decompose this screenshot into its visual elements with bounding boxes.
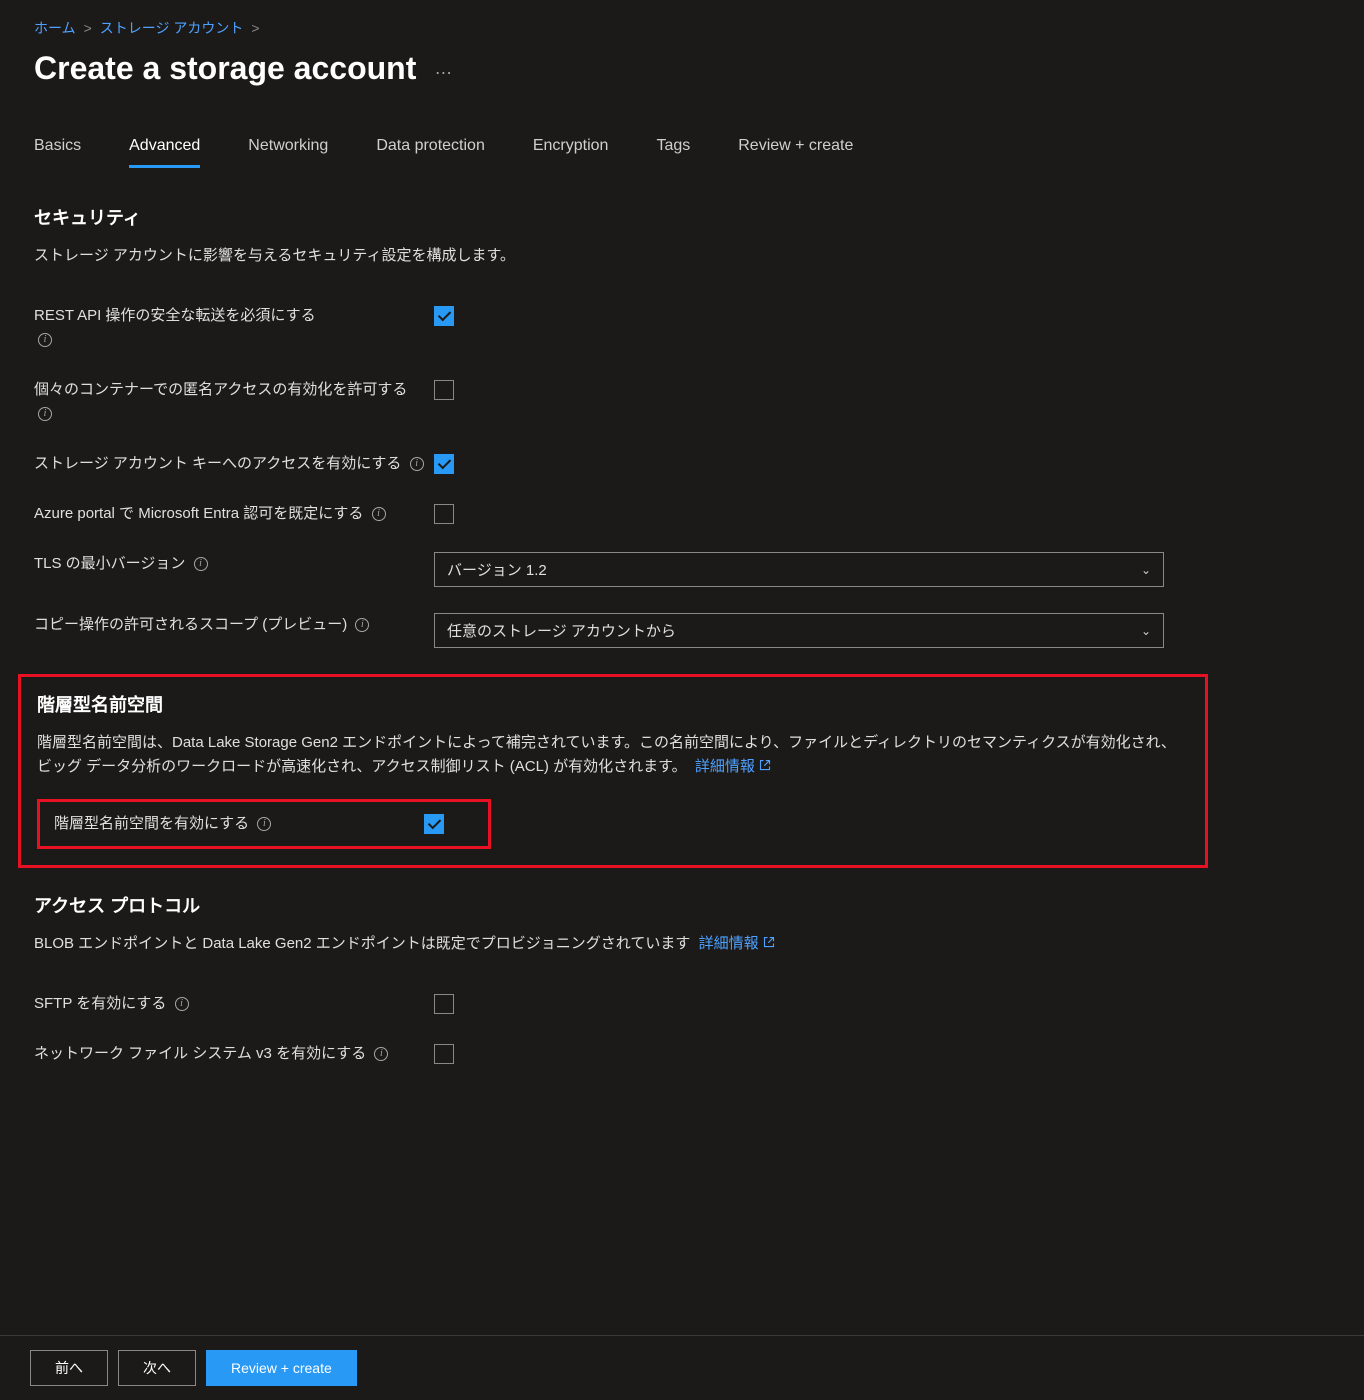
tls-version-label: TLS の最小バージョン bbox=[34, 555, 185, 572]
security-heading: セキュリティ bbox=[34, 204, 1330, 230]
copy-scope-value: 任意のストレージ アカウントから bbox=[447, 620, 676, 641]
more-actions-button[interactable]: … bbox=[434, 58, 454, 79]
info-icon[interactable]: i bbox=[194, 557, 208, 571]
breadcrumb-home[interactable]: ホーム bbox=[34, 18, 76, 38]
tab-review-create[interactable]: Review + create bbox=[738, 137, 853, 168]
page-title: Create a storage account bbox=[34, 50, 416, 87]
sftp-checkbox[interactable] bbox=[434, 994, 454, 1014]
tls-version-value: バージョン 1.2 bbox=[447, 559, 547, 580]
protocols-learn-more-link[interactable]: 詳細情報 bbox=[699, 935, 775, 952]
breadcrumb-separator: > bbox=[84, 20, 92, 36]
hns-highlight-box: 階層型名前空間 階層型名前空間は、Data Lake Storage Gen2 … bbox=[18, 674, 1208, 868]
anon-access-checkbox[interactable] bbox=[434, 380, 454, 400]
external-link-icon bbox=[759, 755, 771, 779]
entra-default-checkbox[interactable] bbox=[434, 504, 454, 524]
info-icon[interactable]: i bbox=[38, 333, 52, 347]
key-access-checkbox[interactable] bbox=[434, 454, 454, 474]
review-create-button[interactable]: Review + create bbox=[206, 1350, 357, 1386]
breadcrumb-storage-accounts[interactable]: ストレージ アカウント bbox=[100, 18, 244, 38]
external-link-icon bbox=[763, 932, 775, 956]
secure-transfer-label: REST API 操作の安全な転送を必須にする bbox=[34, 307, 316, 324]
chevron-down-icon: ⌄ bbox=[1141, 624, 1151, 638]
tab-data-protection[interactable]: Data protection bbox=[376, 137, 485, 168]
hns-enable-label: 階層型名前空間を有効にする bbox=[54, 815, 249, 832]
entra-default-label: Azure portal で Microsoft Entra 認可を既定にする bbox=[34, 505, 363, 522]
secure-transfer-checkbox[interactable] bbox=[434, 306, 454, 326]
wizard-footer: 前へ 次へ Review + create bbox=[0, 1335, 1364, 1400]
anon-access-label: 個々のコンテナーでの匿名アクセスの有効化を許可する bbox=[34, 381, 407, 398]
tab-advanced[interactable]: Advanced bbox=[129, 137, 200, 168]
breadcrumb: ホーム > ストレージ アカウント > bbox=[34, 18, 1330, 38]
chevron-down-icon: ⌄ bbox=[1141, 563, 1151, 577]
hns-enable-highlight: 階層型名前空間を有効にする i bbox=[37, 799, 491, 849]
tab-bar: Basics Advanced Networking Data protecti… bbox=[34, 137, 1330, 168]
tab-tags[interactable]: Tags bbox=[656, 137, 690, 168]
hns-learn-more-link[interactable]: 詳細情報 bbox=[695, 758, 771, 775]
nfs-checkbox[interactable] bbox=[434, 1044, 454, 1064]
sftp-label: SFTP を有効にする bbox=[34, 995, 166, 1012]
copy-scope-label: コピー操作の許可されるスコープ (プレビュー) bbox=[34, 616, 347, 633]
hns-heading: 階層型名前空間 bbox=[37, 691, 1189, 717]
info-icon[interactable]: i bbox=[355, 618, 369, 632]
previous-button[interactable]: 前へ bbox=[30, 1350, 108, 1386]
info-icon[interactable]: i bbox=[372, 507, 386, 521]
breadcrumb-separator: > bbox=[251, 20, 259, 36]
info-icon[interactable]: i bbox=[410, 457, 424, 471]
info-icon[interactable]: i bbox=[257, 817, 271, 831]
tab-basics[interactable]: Basics bbox=[34, 137, 81, 168]
tab-encryption[interactable]: Encryption bbox=[533, 137, 609, 168]
info-icon[interactable]: i bbox=[38, 407, 52, 421]
tls-version-select[interactable]: バージョン 1.2 ⌄ bbox=[434, 552, 1164, 587]
copy-scope-select[interactable]: 任意のストレージ アカウントから ⌄ bbox=[434, 613, 1164, 648]
hns-description: 階層型名前空間は、Data Lake Storage Gen2 エンドポイントに… bbox=[37, 731, 1177, 779]
hns-enable-checkbox[interactable] bbox=[424, 814, 444, 834]
security-description: ストレージ アカウントに影響を与えるセキュリティ設定を構成します。 bbox=[34, 244, 1174, 268]
protocols-heading: アクセス プロトコル bbox=[34, 892, 1330, 918]
key-access-label: ストレージ アカウント キーへのアクセスを有効にする bbox=[34, 455, 401, 472]
info-icon[interactable]: i bbox=[374, 1047, 388, 1061]
info-icon[interactable]: i bbox=[175, 997, 189, 1011]
nfs-label: ネットワーク ファイル システム v3 を有効にする bbox=[34, 1045, 366, 1062]
tab-networking[interactable]: Networking bbox=[248, 137, 328, 168]
protocols-description: BLOB エンドポイントと Data Lake Gen2 エンドポイントは既定で… bbox=[34, 932, 1174, 956]
next-button[interactable]: 次へ bbox=[118, 1350, 196, 1386]
